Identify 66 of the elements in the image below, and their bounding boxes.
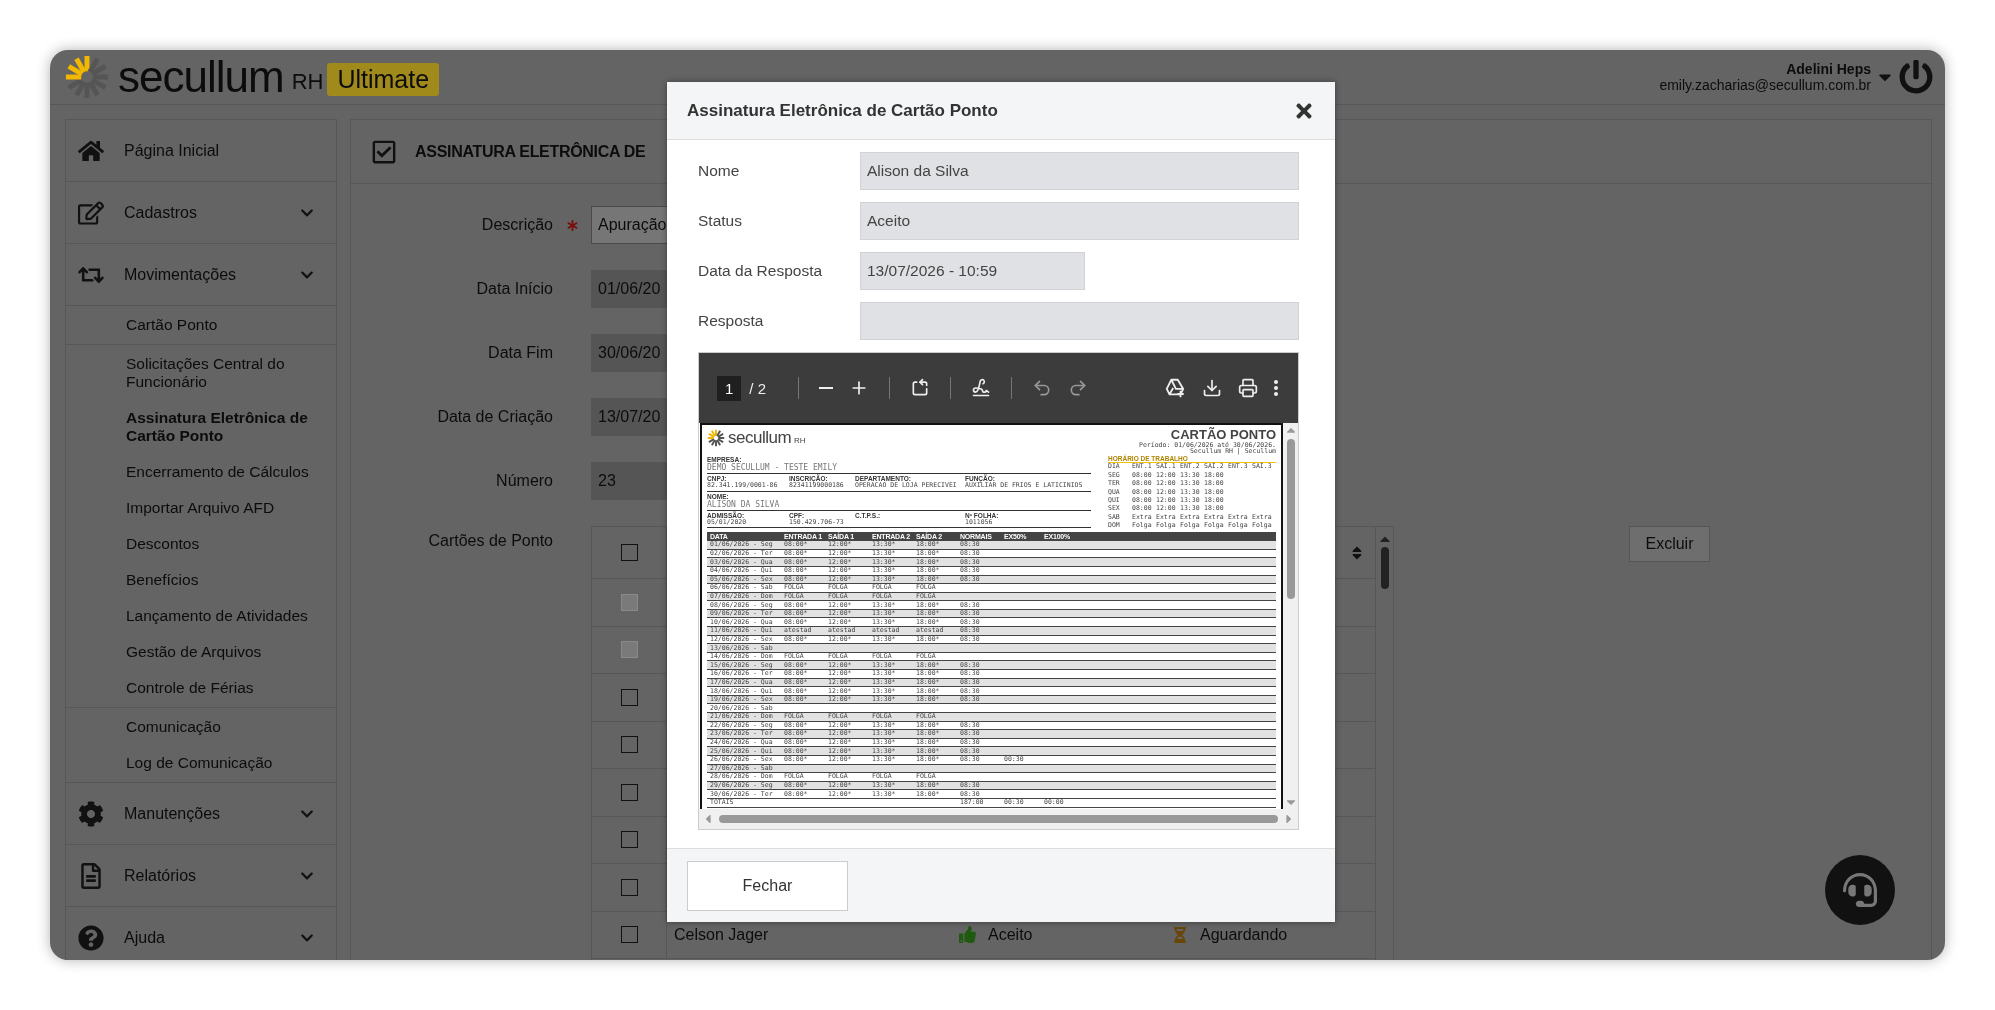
field-label: Data Fim bbox=[488, 344, 553, 362]
checkbox[interactable] bbox=[620, 926, 638, 944]
close-dialog-button[interactable]: Fechar bbox=[687, 861, 848, 911]
checkbox[interactable] bbox=[620, 544, 638, 561]
logo-icon bbox=[64, 54, 110, 100]
checkbox[interactable] bbox=[620, 831, 638, 849]
triangle-plus-icon bbox=[1164, 377, 1186, 399]
scrollbar-thumb[interactable] bbox=[1286, 439, 1295, 599]
field-label: Cartões de Ponto bbox=[428, 532, 553, 550]
info-value: DEMO SECULLUM - TESTE EMILY bbox=[707, 463, 839, 473]
table-cell-text: Celson Jager bbox=[673, 925, 770, 944]
question-icon bbox=[78, 924, 104, 951]
page-count: / 2 bbox=[749, 379, 767, 397]
page-title: ASSINATURA ELETRÔNICA DE bbox=[415, 142, 646, 161]
input-field[interactable] bbox=[860, 302, 1299, 340]
field-label: Nome bbox=[698, 162, 741, 180]
field-label: Resposta bbox=[698, 312, 765, 330]
dialog-title: Assinatura Eletrônica de Cartão Ponto bbox=[687, 100, 998, 121]
user-name: Adelini Heps bbox=[1786, 61, 1871, 77]
checkbox[interactable] bbox=[620, 783, 638, 801]
info-value: ALISON DA SILVA bbox=[707, 499, 781, 509]
field-label: Descrição bbox=[481, 216, 553, 234]
redo-icon bbox=[1068, 378, 1089, 398]
scrollbar-thumb[interactable] bbox=[719, 815, 1278, 823]
input-field[interactable]: Aceito bbox=[860, 202, 1299, 240]
field-label: Data da Resposta bbox=[698, 262, 824, 280]
scrollbar-thumb[interactable] bbox=[1380, 547, 1389, 589]
document-logo-suffix: RH bbox=[794, 435, 806, 445]
signature-icon bbox=[971, 378, 992, 398]
gear-icon bbox=[78, 800, 104, 827]
brand-suffix: RH bbox=[291, 69, 324, 95]
input-field[interactable]: Apuração bbox=[591, 206, 668, 244]
checkbox[interactable] bbox=[620, 878, 638, 896]
delete-button[interactable]: Excluir bbox=[1629, 526, 1710, 562]
logo-icon bbox=[707, 429, 725, 447]
thumbs-up-icon bbox=[959, 926, 976, 944]
checkbox-icon bbox=[371, 138, 397, 165]
document-logo-text: secullum bbox=[728, 428, 792, 448]
power-icon[interactable] bbox=[1899, 60, 1933, 94]
input-field[interactable]: Alison da Silva bbox=[860, 152, 1299, 190]
scrollbar[interactable] bbox=[1283, 423, 1298, 809]
document-icon bbox=[78, 862, 104, 889]
field-label: Data de Criação bbox=[437, 408, 553, 426]
field-label: Número bbox=[496, 472, 553, 490]
table-cell: Aguardando bbox=[1200, 925, 1288, 944]
headset-icon bbox=[1843, 873, 1877, 907]
edit-icon bbox=[78, 199, 104, 226]
checkbox[interactable] bbox=[620, 736, 638, 754]
user-email: emily.zacharias@secullum.com.br bbox=[1659, 77, 1871, 93]
table-cell: Aceito bbox=[988, 925, 1033, 944]
rotate-icon bbox=[910, 378, 931, 398]
field-label: Data Início bbox=[476, 280, 553, 298]
input-field[interactable]: 13/07/2026 - 10:59 bbox=[860, 252, 1085, 290]
scrollbar[interactable] bbox=[1375, 527, 1393, 960]
document-title: CARTÃO PONTO bbox=[1170, 428, 1276, 442]
printer-icon bbox=[1238, 378, 1258, 398]
checkbox[interactable] bbox=[620, 688, 638, 706]
download-icon bbox=[1202, 378, 1222, 398]
brand-logo-text: secullum bbox=[118, 55, 284, 99]
field-label: Status bbox=[698, 212, 743, 230]
scrollbar[interactable] bbox=[699, 809, 1298, 829]
hourglass-icon bbox=[1172, 926, 1188, 943]
minus-icon bbox=[819, 387, 834, 389]
edition-badge: Ultimate bbox=[327, 62, 440, 96]
more-icon bbox=[1274, 380, 1278, 396]
page-number-field[interactable]: 1 bbox=[717, 375, 742, 401]
